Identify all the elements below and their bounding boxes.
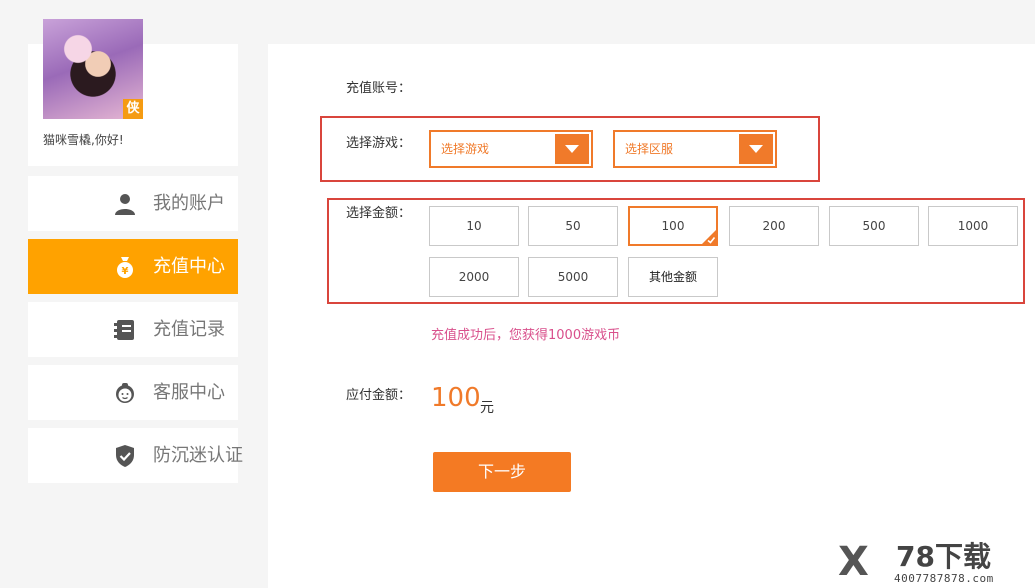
sidebar-item-anti-addiction[interactable]: 防沉迷认证 bbox=[28, 428, 243, 483]
sidebar-item-label: 我的账户 bbox=[153, 193, 225, 214]
sidebar-item-recharge-center[interactable]: ¥ 充值中心 bbox=[28, 239, 238, 294]
game-select-dropdown-button[interactable] bbox=[555, 134, 589, 164]
sidebar-item-label: 防沉迷认证 bbox=[153, 445, 243, 466]
avatar[interactable]: 侠 bbox=[43, 19, 143, 119]
selected-check-icon bbox=[701, 229, 717, 245]
amount-option-500[interactable]: 500 bbox=[829, 206, 919, 246]
watermark-url: 4007787878.com bbox=[894, 572, 994, 585]
sidebar-item-recharge-records[interactable]: 充值记录 bbox=[28, 302, 238, 357]
amount-option-5000[interactable]: 5000 bbox=[528, 257, 618, 297]
pay-amount-unit: 元 bbox=[480, 400, 494, 416]
server-select-value: 选择区服 bbox=[625, 142, 674, 156]
site-watermark: X 78下载 4007787878.com bbox=[838, 540, 1035, 588]
game-label: 选择游戏： bbox=[346, 136, 412, 151]
next-step-button[interactable]: 下一步 bbox=[433, 452, 571, 492]
chevron-down-icon bbox=[565, 145, 579, 153]
amount-option-2000[interactable]: 2000 bbox=[429, 257, 519, 297]
vip-badge: 侠 bbox=[123, 99, 143, 119]
sidebar-item-my-account[interactable]: 我的账户 bbox=[28, 176, 238, 231]
amount-label: 选择金额： bbox=[346, 206, 412, 221]
sidebar-item-label: 充值记录 bbox=[153, 319, 225, 340]
amount-option-other[interactable]: 其他金额 bbox=[628, 257, 718, 297]
recharge-tip: 充值成功后，您获得1000游戏币 bbox=[431, 328, 621, 343]
amount-option-label: 100 bbox=[661, 219, 685, 233]
money-bag-icon: ¥ bbox=[117, 257, 133, 278]
watermark-logo-mark: X bbox=[838, 539, 869, 585]
pay-amount-value: 100 bbox=[431, 383, 481, 413]
sidebar-item-label: 客服中心 bbox=[153, 382, 225, 403]
game-select[interactable]: 选择游戏 bbox=[429, 130, 593, 168]
amount-option-100-selected[interactable]: 100 bbox=[628, 206, 718, 246]
server-select[interactable]: 选择区服 bbox=[613, 130, 777, 168]
amount-option-1000[interactable]: 1000 bbox=[928, 206, 1018, 246]
server-select-dropdown-button[interactable] bbox=[739, 134, 773, 164]
user-icon bbox=[115, 194, 135, 215]
amount-option-50[interactable]: 50 bbox=[528, 206, 618, 246]
amount-option-10[interactable]: 10 bbox=[429, 206, 519, 246]
pay-amount-label: 应付金额： bbox=[346, 388, 412, 403]
amount-option-200[interactable]: 200 bbox=[729, 206, 819, 246]
sidebar-item-customer-service[interactable]: 客服中心 bbox=[28, 365, 238, 420]
account-label: 充值账号： bbox=[346, 81, 412, 96]
svg-text:¥: ¥ bbox=[122, 266, 129, 277]
customer-service-icon bbox=[116, 383, 134, 403]
watermark-title: 78下载 bbox=[896, 540, 991, 573]
sidebar-item-label: 充值中心 bbox=[153, 256, 225, 277]
game-select-value: 选择游戏 bbox=[441, 142, 490, 156]
shield-check-icon bbox=[116, 445, 134, 467]
record-list-icon bbox=[114, 320, 134, 340]
username-greeting: 猫咪雪橇,你好! bbox=[43, 133, 124, 147]
chevron-down-icon bbox=[749, 145, 763, 153]
